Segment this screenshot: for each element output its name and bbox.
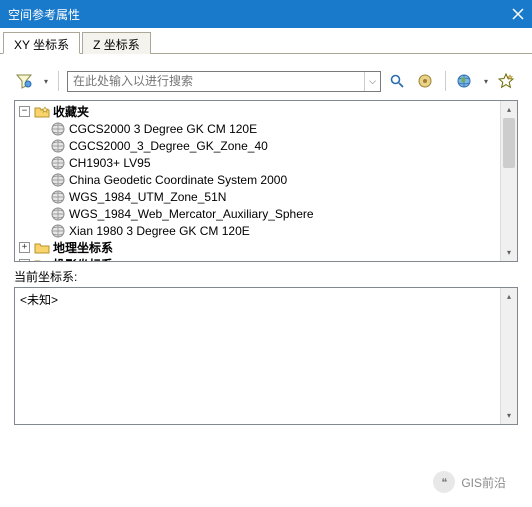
tree-item[interactable]: WGS_1984_UTM_Zone_51N [15,188,517,205]
toolbar-separator-2 [445,71,446,91]
scroll-down-icon[interactable]: ▾ [501,244,517,261]
tab-z-label: Z 坐标系 [93,38,140,52]
tree-item-label: Xian 1980 3 Degree GK CM 120E [69,224,250,238]
globe-icon [50,121,66,137]
close-button[interactable] [512,8,524,20]
folder-icon [34,257,50,262]
tree-node-geographic[interactable]: + 地理坐标系 [15,239,517,256]
scroll-thumb[interactable] [503,118,515,168]
window-title: 空间参考属性 [8,6,80,23]
tab-z[interactable]: Z 坐标系 [82,32,151,54]
globe-icon [50,189,66,205]
globe-icon [50,138,66,154]
tree-item-label: WGS_1984_Web_Mercator_Auxiliary_Sphere [69,207,314,221]
locate-icon [417,73,433,89]
watermark-text: GIS前沿 [461,474,506,491]
watermark: ❝ GIS前沿 [433,471,506,493]
filter-icon [16,73,32,89]
window-titlebar: 空间参考属性 [0,0,532,28]
projected-label: 投影坐标系 [53,256,113,261]
tree-item-label: CGCS2000_3_Degree_GK_Zone_40 [69,139,268,153]
tree-item-label: WGS_1984_UTM_Zone_51N [69,190,226,204]
tree-node-projected[interactable]: + 投影坐标系 [15,256,517,261]
close-icon [512,8,524,20]
globe-icon [50,172,66,188]
tree-item[interactable]: CGCS2000_3_Degree_GK_Zone_40 [15,137,517,154]
tree-item[interactable]: CGCS2000 3 Degree GK CM 120E [15,120,517,137]
tree-item-label: CH1903+ LV95 [69,156,151,170]
locate-button[interactable] [415,70,437,92]
folder-star-icon [34,104,50,120]
tree-node-favorites[interactable]: − 收藏夹 [15,103,517,120]
search-field: ⌵ [67,71,381,92]
favorites-label: 收藏夹 [53,103,89,120]
search-icon [389,73,405,89]
wechat-icon: ❝ [433,471,455,493]
globe-button[interactable] [454,70,476,92]
toolbar: ▾ ⌵ ▾ [14,70,518,92]
globe-dropdown[interactable]: ▾ [482,77,490,86]
tree-item[interactable]: WGS_1984_Web_Mercator_Auxiliary_Sphere [15,205,517,222]
geographic-label: 地理坐标系 [53,239,113,256]
star-icon [498,73,514,89]
expand-icon[interactable]: + [19,259,30,261]
current-crs-label: 当前坐标系: [14,268,518,285]
folder-icon [34,240,50,256]
current-crs-value: <未知> [20,293,58,307]
search-input[interactable] [68,74,364,88]
tab-xy-label: XY 坐标系 [14,38,69,52]
favorite-button[interactable] [496,70,518,92]
tree-scrollbar[interactable]: ▴ ▾ [500,101,517,261]
globe-icon [456,73,472,89]
collapse-icon[interactable]: − [19,106,30,117]
current-crs-box: <未知> ▴ ▾ [14,287,518,425]
filter-dropdown[interactable]: ▾ [42,77,50,86]
tab-pane: ▾ ⌵ ▾ [0,54,532,435]
filter-button[interactable] [14,70,36,92]
search-go-button[interactable] [387,70,409,92]
globe-icon [50,206,66,222]
tree-item[interactable]: CH1903+ LV95 [15,154,517,171]
globe-icon [50,155,66,171]
scroll-up-icon[interactable]: ▴ [501,288,517,305]
tab-bar: XY 坐标系 Z 坐标系 [0,28,532,54]
detail-scrollbar[interactable]: ▴ ▾ [500,288,517,424]
tree-item[interactable]: Xian 1980 3 Degree GK CM 120E [15,222,517,239]
globe-icon [50,223,66,239]
scroll-down-icon[interactable]: ▾ [501,407,517,424]
tab-xy[interactable]: XY 坐标系 [3,32,80,54]
tree-item-label: CGCS2000 3 Degree GK CM 120E [69,122,257,136]
tree-item[interactable]: China Geodetic Coordinate System 2000 [15,171,517,188]
scroll-up-icon[interactable]: ▴ [501,101,517,118]
toolbar-separator [58,71,59,91]
search-dropdown[interactable]: ⌵ [364,72,380,91]
tree-item-label: China Geodetic Coordinate System 2000 [69,173,287,187]
expand-icon[interactable]: + [19,242,30,253]
coord-system-tree: − 收藏夹 CGCS2000 3 Degree GK CM 120E CGCS2… [14,100,518,262]
